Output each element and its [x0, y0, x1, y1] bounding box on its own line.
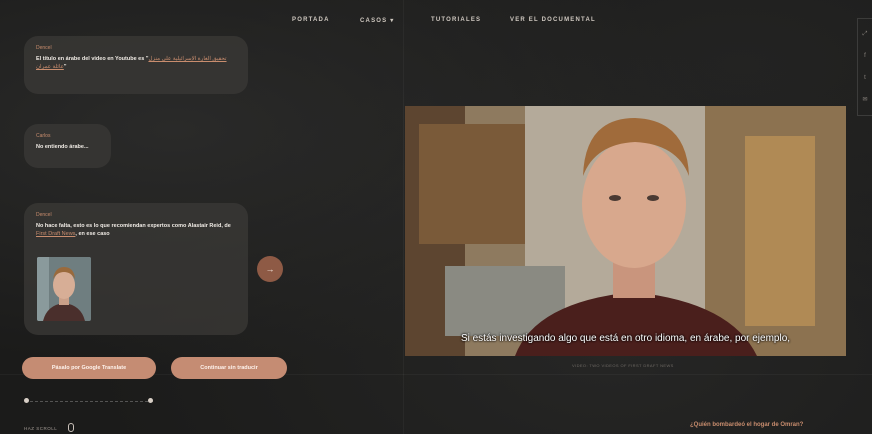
progress-dot[interactable]	[148, 398, 153, 403]
message-text: No entiendo árabe...	[36, 144, 89, 150]
nav-tutoriales[interactable]: TUTORIALES	[431, 17, 481, 23]
chat-message: Dencel El título en árabe del video en Y…	[24, 36, 248, 94]
facebook-icon[interactable]: f	[862, 53, 868, 59]
video-thumbnail[interactable]	[37, 257, 91, 321]
message-author: Dencel	[36, 45, 52, 51]
progress-dot[interactable]	[24, 398, 29, 403]
nav-casos[interactable]: CASOS ▾	[360, 17, 394, 24]
side-rail: ⤢ f t ✉	[857, 18, 872, 116]
nav-documental[interactable]: VER EL DOCUMENTAL	[510, 17, 596, 23]
message-author: Carlos	[36, 133, 51, 139]
grid-line	[403, 0, 404, 434]
mail-icon[interactable]: ✉	[862, 97, 868, 103]
top-nav: PORTADA CASOS ▾ TUTORIALES VER EL DOCUME…	[0, 17, 872, 29]
next-arrow-button[interactable]: →	[257, 256, 283, 282]
twitter-icon[interactable]: t	[862, 75, 868, 81]
google-translate-button[interactable]: Pásalo por Google Translate	[22, 357, 156, 379]
message-author: Dencel	[36, 212, 52, 218]
message-text: No hace falta, esto es lo que recomienda…	[36, 223, 231, 237]
video-credit: VIDEO: TWO VIDEOS OF FIRST DRAFT NEWS	[572, 363, 674, 368]
nav-portada[interactable]: PORTADA	[292, 17, 330, 23]
share-icon[interactable]: ⤢	[862, 31, 868, 37]
chat-message: Carlos No entiendo árabe...	[24, 124, 111, 168]
video-player[interactable]: Si estás investigando algo que está en o…	[405, 106, 846, 356]
message-text: El título en árabe del video en Youtube …	[36, 56, 227, 70]
next-story-link[interactable]: ¿Quién bombardeó el hogar de Omran?	[690, 422, 803, 428]
continue-button[interactable]: Continuar sin traducir	[171, 357, 287, 379]
chat-message: Dencel No hace falta, esto es lo que rec…	[24, 203, 248, 335]
message-link[interactable]: First Draft News	[36, 231, 75, 237]
person-thumbnail-image	[37, 257, 91, 321]
video-frame-image	[405, 106, 846, 356]
video-caption: Si estás investigando algo que está en o…	[460, 333, 791, 344]
progress-track	[25, 401, 153, 403]
scroll-hint: HAZ SCROLL	[24, 426, 58, 431]
mouse-icon	[68, 423, 74, 432]
